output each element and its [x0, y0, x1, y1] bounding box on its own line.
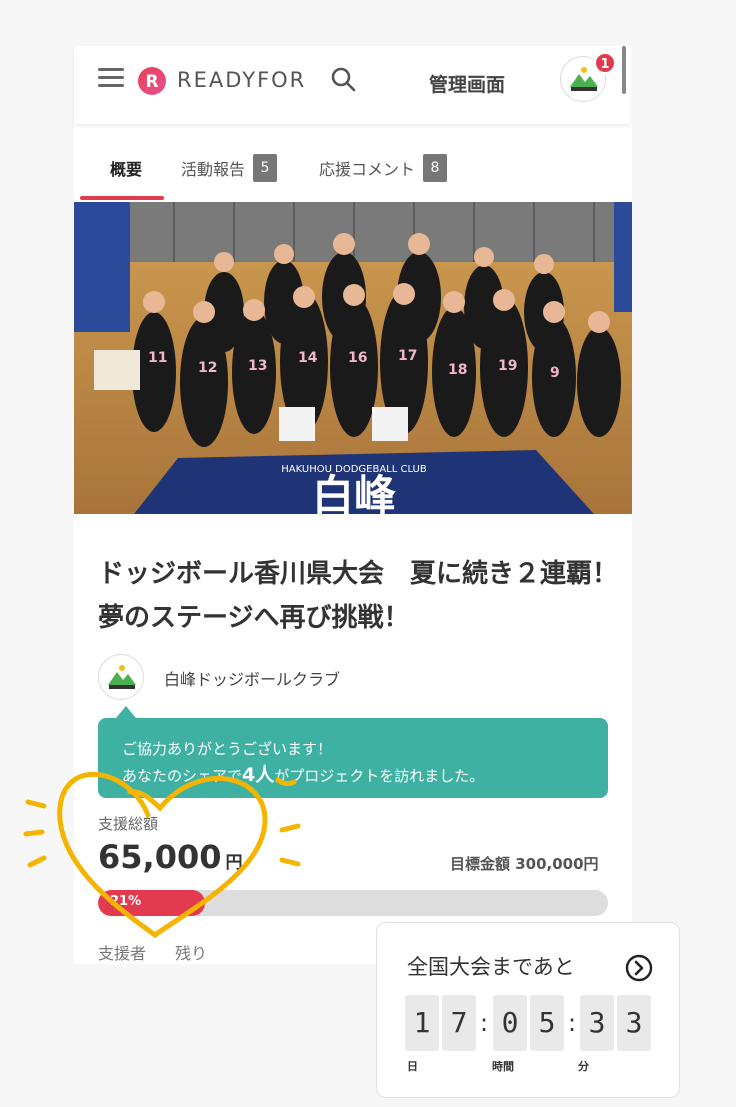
tab-activity-reports[interactable]: 活動報告 5	[181, 150, 278, 186]
countdown-unit-days: 日	[407, 1060, 418, 1073]
svg-text:19: 19	[498, 358, 517, 374]
tab-label: 活動報告	[181, 160, 246, 179]
svg-text:13: 13	[248, 358, 267, 374]
countdown-widget[interactable]: 全国大会まであと 1 7 : 0 5 : 3 3 日 時間 分	[376, 922, 680, 1098]
tab-label: 概要	[110, 160, 143, 179]
user-avatar-button[interactable]: 1	[560, 52, 616, 102]
svg-text:R: R	[145, 72, 158, 92]
readyfor-logo-icon[interactable]: R	[137, 66, 167, 96]
scrollbar[interactable]	[622, 46, 626, 94]
svg-text:9: 9	[550, 365, 560, 381]
chevron-right-circle-icon[interactable]	[625, 954, 653, 982]
hand-drawn-heart-annotation	[23, 771, 301, 939]
readyfor-logo-text[interactable]: READYFOR	[177, 66, 306, 94]
countdown-separator: :	[568, 1009, 577, 1037]
top-nav: R READYFOR 管理画面 1	[74, 46, 630, 124]
countdown-digit: 0	[493, 995, 527, 1051]
organizer-name-link[interactable]: 白峰ドッジボールクラブ	[164, 666, 340, 690]
hamburger-menu-icon[interactable]	[98, 68, 124, 88]
countdown-digit: 7	[442, 995, 476, 1051]
countdown-digit: 3	[617, 995, 651, 1051]
tab-overview[interactable]: 概要	[110, 150, 142, 186]
countdown-separator: :	[480, 1009, 489, 1037]
notification-badge: 1	[594, 52, 616, 74]
svg-text:14: 14	[298, 350, 318, 366]
svg-text:17: 17	[398, 348, 417, 364]
admin-dashboard-link[interactable]: 管理画面	[429, 70, 505, 97]
countdown-digit: 1	[405, 995, 439, 1051]
svg-text:11: 11	[148, 350, 167, 366]
countdown-unit-minutes: 分	[578, 1060, 589, 1073]
svg-text:18: 18	[448, 362, 467, 378]
goal-amount: 目標金額 300,000円	[450, 855, 599, 873]
organizer-avatar[interactable]	[98, 654, 144, 700]
search-icon[interactable]	[330, 66, 356, 92]
project-tabs: 概要 活動報告 5 応援コメント 8	[74, 150, 630, 200]
tab-support-comments[interactable]: 応援コメント 8	[319, 150, 448, 186]
countdown-title: 全国大会まであと	[407, 955, 575, 979]
thanks-line-1: ご協力ありがとうございます！	[122, 740, 333, 758]
svg-text:12: 12	[198, 360, 217, 376]
countdown-digit: 3	[580, 995, 614, 1051]
countdown-unit-hours: 時間	[492, 1060, 514, 1073]
svg-text:16: 16	[348, 350, 367, 366]
tab-count-badge: 5	[253, 154, 278, 182]
active-tab-indicator	[80, 196, 164, 200]
countdown-digit: 5	[530, 995, 564, 1051]
banner-kanji: 白峰	[312, 471, 396, 514]
tab-count-badge: 8	[423, 154, 448, 182]
project-title: ドッジボール香川県大会 夏に続き２連覇！夢のステージへ再び挑戦！	[98, 559, 619, 633]
project-hero-image[interactable]: 11 12 13 14 16 17 18 19 9 HAKUHOU DODGEBALL CL…	[74, 202, 632, 514]
tab-label: 応援コメント	[319, 160, 416, 179]
